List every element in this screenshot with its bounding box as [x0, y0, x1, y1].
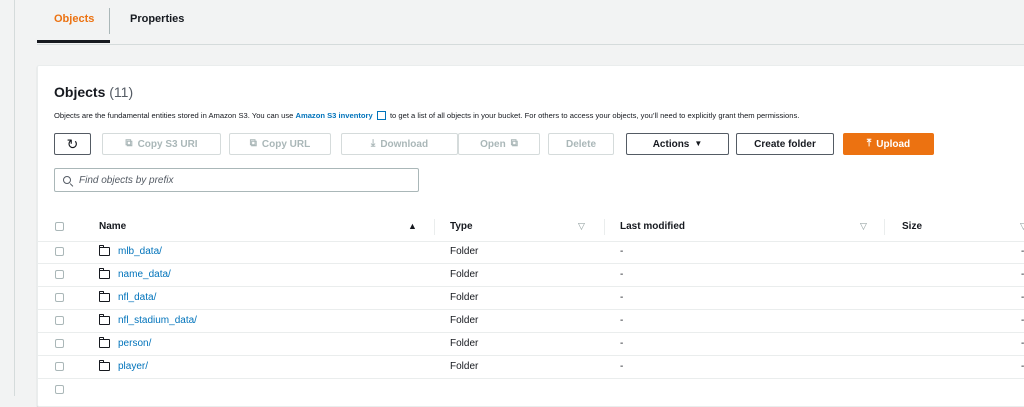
copy-url-label: Copy URL [261, 138, 311, 150]
object-name-link[interactable]: person/ [118, 338, 151, 349]
row-checkbox[interactable] [55, 247, 64, 256]
select-all-checkbox[interactable] [55, 222, 64, 231]
search-box[interactable] [54, 168, 419, 192]
download-label: Download [380, 138, 429, 150]
actions-label: Actions [652, 138, 690, 150]
panel-title: Objects (11) [54, 84, 133, 100]
column-header-size[interactable]: Size [902, 221, 922, 232]
caret-down-icon: ▼ [694, 139, 703, 148]
object-type: Folder [450, 292, 479, 303]
object-name-link[interactable]: nfl_stadium_data/ [118, 315, 197, 326]
column-divider[interactable] [434, 219, 435, 235]
column-divider[interactable] [604, 219, 605, 235]
object-last-modified: - [620, 361, 624, 372]
folder-icon [98, 336, 110, 348]
search-input[interactable] [77, 173, 401, 187]
table-row: mlb_data/ Folder - - [38, 242, 1024, 264]
active-tab-indicator [37, 40, 110, 43]
copy-icon: ⧉ [249, 138, 257, 149]
object-name-link[interactable]: nfl_data/ [118, 292, 156, 303]
object-name-link[interactable]: mlb_data/ [118, 246, 162, 257]
row-checkbox[interactable] [55, 385, 64, 394]
tab-objects[interactable]: Objects [54, 13, 94, 25]
delete-button[interactable]: Delete [548, 133, 614, 155]
description-prefix: Objects are the fundamental entities sto… [54, 111, 296, 120]
external-link-icon: ⧉ [510, 138, 518, 149]
upload-label: Upload [876, 138, 911, 150]
download-button[interactable]: ⤓ Download [341, 133, 458, 155]
actions-dropdown[interactable]: Actions ▼ [626, 133, 729, 155]
object-last-modified: - [620, 338, 624, 349]
refresh-icon: ↻ [66, 136, 79, 152]
copy-url-button[interactable]: ⧉ Copy URL [229, 133, 331, 155]
object-last-modified: - [620, 292, 624, 303]
download-icon: ⤓ [370, 138, 376, 149]
object-last-modified: - [620, 315, 624, 326]
object-name-link[interactable]: name_data/ [118, 269, 171, 280]
object-type: Folder [450, 361, 479, 372]
column-divider[interactable] [884, 219, 885, 235]
table-row: nfl_data/ Folder - - [38, 288, 1024, 310]
row-checkbox[interactable] [55, 316, 64, 325]
folder-icon [98, 244, 110, 256]
panel-title-text: Objects [54, 84, 106, 100]
side-navigation-edge [0, 0, 15, 396]
row-checkbox[interactable] [55, 293, 64, 302]
row-checkbox[interactable] [55, 270, 64, 279]
object-type: Folder [450, 246, 479, 257]
table-header: Name ▲ Type ▽ Last modified ▽ Size ▽ [38, 214, 1024, 242]
open-label: Open [480, 138, 506, 150]
create-folder-label: Create folder [754, 138, 816, 150]
sort-ascending-icon[interactable]: ▲ [408, 221, 417, 231]
sort-icon[interactable]: ▽ [860, 221, 867, 232]
table-row: person/ Folder - - [38, 334, 1024, 356]
column-header-name[interactable]: Name [99, 221, 126, 232]
tab-bar: Objects Properties [37, 0, 1024, 45]
upload-icon: ⤒ [866, 138, 872, 149]
copy-s3-uri-label: Copy S3 URI [137, 138, 198, 150]
external-link-icon[interactable] [376, 111, 386, 120]
table-row: player/ Folder - - [38, 357, 1024, 379]
refresh-button[interactable]: ↻ [54, 133, 91, 155]
copy-icon: ⧉ [125, 138, 133, 149]
sort-icon[interactable]: ▽ [578, 221, 585, 232]
object-name-link[interactable]: player/ [118, 361, 148, 372]
tab-divider [109, 8, 110, 34]
search-icon [63, 176, 71, 184]
column-header-last-modified[interactable]: Last modified [620, 221, 685, 232]
tab-properties[interactable]: Properties [130, 13, 184, 25]
sort-icon[interactable]: ▽ [1020, 221, 1024, 232]
copy-s3-uri-button[interactable]: ⧉ Copy S3 URI [102, 133, 221, 155]
create-folder-button[interactable]: Create folder [736, 133, 834, 155]
column-header-type[interactable]: Type [450, 221, 473, 232]
object-count: (11) [109, 84, 134, 100]
folder-icon [98, 359, 110, 371]
object-last-modified: - [620, 269, 624, 280]
folder-icon [98, 313, 110, 325]
table-row: name_data/ Folder - - [38, 265, 1024, 287]
upload-button[interactable]: ⤒ Upload [843, 133, 934, 155]
s3-inventory-link[interactable]: Amazon S3 inventory [295, 111, 372, 120]
description-suffix: to get a list of all objects in your buc… [387, 111, 800, 120]
table-row: nfl_stadium_data/ Folder - - [38, 311, 1024, 333]
open-button[interactable]: Open ⧉ [458, 133, 540, 155]
objects-panel: Objects (11) Objects are the fundamental… [37, 65, 1024, 407]
panel-description: Objects are the fundamental entities sto… [54, 111, 799, 120]
object-last-modified: - [620, 246, 624, 257]
table-row [38, 380, 1024, 401]
object-type: Folder [450, 269, 479, 280]
row-checkbox[interactable] [55, 362, 64, 371]
folder-icon [98, 267, 110, 279]
folder-icon [98, 290, 110, 302]
delete-label: Delete [565, 138, 596, 150]
object-type: Folder [450, 315, 479, 326]
row-checkbox[interactable] [55, 339, 64, 348]
object-type: Folder [450, 338, 479, 349]
